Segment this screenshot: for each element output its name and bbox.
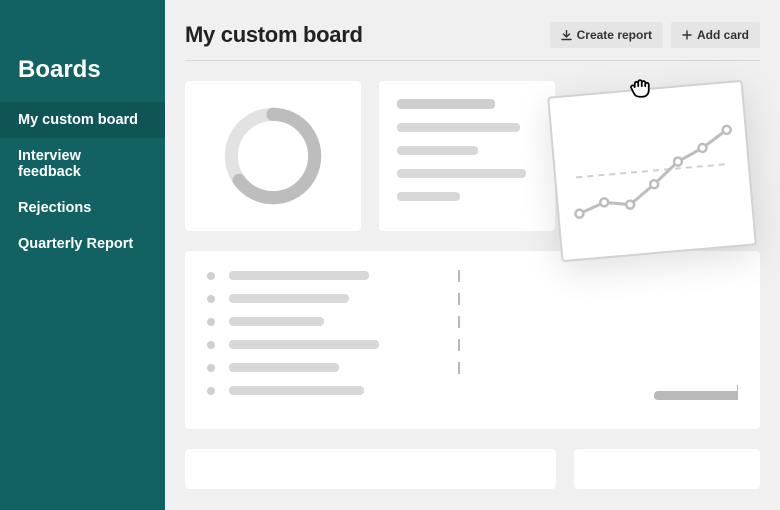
list-row [207,271,738,280]
bar-list-card[interactable] [185,251,760,429]
bullet-icon [207,295,215,303]
add-card-button[interactable]: Add card [671,22,760,48]
donut-card[interactable] [185,81,361,231]
line-chart-card[interactable] [547,80,757,262]
create-report-button[interactable]: Create report [550,22,663,48]
bullet-icon [207,318,215,326]
placeholder-line [229,271,369,280]
sidebar-item-interview-feedback[interactable]: Interview feedback [0,138,165,190]
add-card-label: Add card [697,28,749,42]
header: My custom board Create report Add card [185,0,760,61]
placeholder-line [229,386,364,395]
placeholder-line [397,123,520,132]
cards-row-bottom [185,449,760,489]
grab-cursor-icon [626,74,654,107]
list-row [207,317,738,326]
header-actions: Create report Add card [550,22,760,48]
text-card[interactable] [379,81,555,231]
list-row [207,340,738,349]
bullet-icon [207,364,215,372]
placeholder-line [229,363,339,372]
bullet-icon [207,341,215,349]
list-row [207,363,738,372]
page-title: My custom board [185,22,363,48]
placeholder-line [397,99,495,109]
placeholder-line [397,192,460,201]
placeholder-line [397,146,478,155]
list-row [207,386,738,395]
bullet-icon [207,272,215,280]
sidebar: Boards My custom boardInterview feedback… [0,0,165,510]
donut-chart [218,101,328,211]
placeholder-line [229,317,324,326]
sidebar-title: Boards [0,0,165,102]
bullet-icon [207,387,215,395]
create-report-label: Create report [577,28,652,42]
plus-icon [682,30,692,40]
placeholder-line [229,340,379,349]
card-stub[interactable] [574,449,760,489]
bar-fill [654,391,738,400]
sidebar-item-rejections[interactable]: Rejections [0,190,165,226]
placeholder-line [397,169,526,178]
card-stub[interactable] [185,449,556,489]
line-chart [563,101,744,245]
sidebar-item-my-custom-board[interactable]: My custom board [0,102,165,138]
list-row [207,294,738,303]
placeholder-line [229,294,349,303]
sidebar-item-quarterly-report[interactable]: Quarterly Report [0,226,165,262]
download-icon [561,30,572,41]
main-content: My custom board Create report Add card [165,0,780,510]
